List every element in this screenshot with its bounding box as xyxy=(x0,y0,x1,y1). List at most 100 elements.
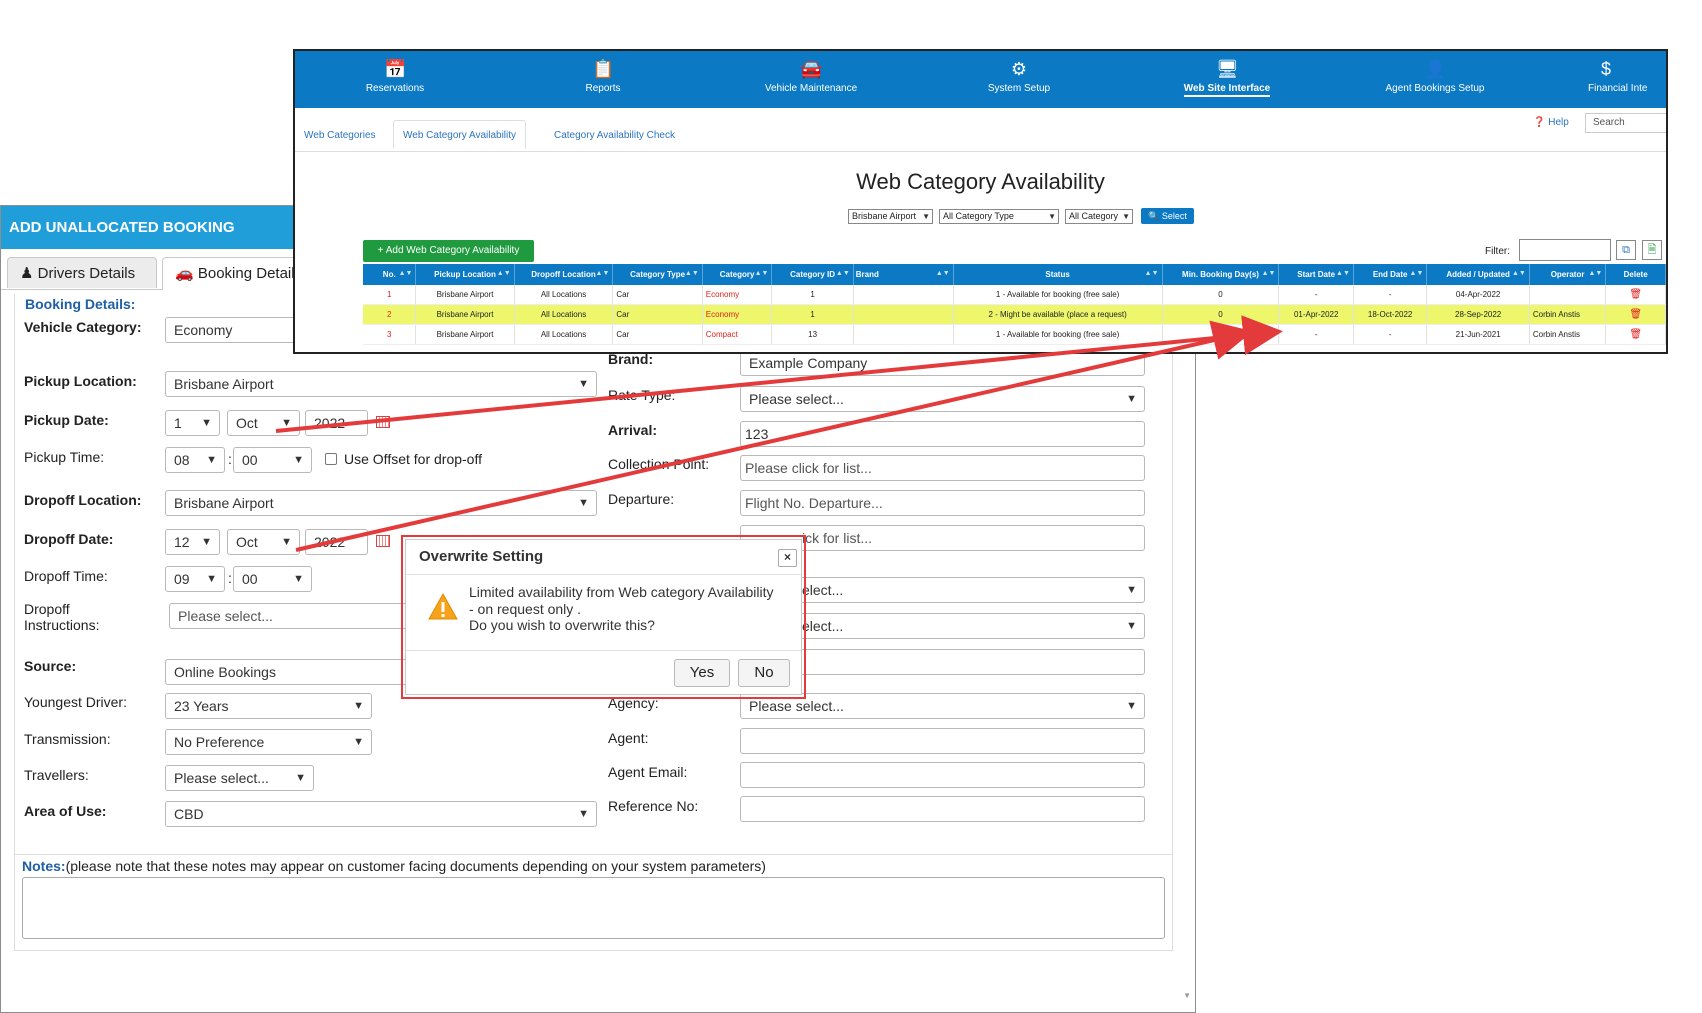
chevron-down-icon: ▼ xyxy=(353,736,364,748)
tab-drivers-details[interactable]: ♟ Drivers Details xyxy=(7,257,157,288)
source-select[interactable]: Online Bookings xyxy=(165,659,415,685)
scroll-down-arrow[interactable]: ▼ xyxy=(1183,991,1191,1000)
transmission-select[interactable]: No Preference ▼ xyxy=(165,729,372,755)
cell-category: Compact xyxy=(702,324,773,345)
pickup-location-label: Pickup Location: xyxy=(24,373,137,389)
help-icon: ❓ xyxy=(1533,117,1546,128)
cell-type: Car xyxy=(612,285,703,305)
nav-financial-interface[interactable]: $ Financial Inte xyxy=(1563,51,1666,95)
arrival-input[interactable]: 123 xyxy=(740,421,1145,447)
column-header-label: Start Date xyxy=(1297,270,1336,279)
nav-reservations[interactable]: 📅 Reservations xyxy=(315,51,475,95)
chevron-down-icon: ▼ xyxy=(206,573,217,585)
column-header[interactable]: Status ▲▼ xyxy=(953,264,1163,285)
close-icon[interactable]: × xyxy=(778,549,797,567)
dropoff-year-input[interactable]: 2022 xyxy=(305,529,368,555)
cell-end-date: 18-Oct-2022 xyxy=(1353,304,1428,325)
nav-vehicle-maintenance[interactable]: 🚘 Vehicle Maintenance xyxy=(731,51,891,95)
area-of-use-select[interactable]: CBD ▼ xyxy=(165,801,597,827)
no-button[interactable]: No xyxy=(738,659,790,687)
cell-no: 1 xyxy=(363,285,417,305)
cell-category-id: 1 xyxy=(771,304,854,325)
nav-system-setup[interactable]: ⚙ System Setup xyxy=(939,51,1099,95)
cell-dropoff: All Locations xyxy=(514,324,614,345)
category-filter-select[interactable]: All Category ▼ xyxy=(1065,209,1133,224)
nav-agent-bookings-setup[interactable]: 👤 Agent Bookings Setup xyxy=(1355,51,1515,95)
table-row-highlighted[interactable]: 2 Brisbane Airport All Locations Car Eco… xyxy=(363,304,1666,325)
dropoff-location-select[interactable]: Brisbane Airport ▼ xyxy=(165,490,597,516)
nav-system-setup-label: System Setup xyxy=(987,83,1051,94)
column-header[interactable]: Operator ▲▼ xyxy=(1529,264,1607,285)
dropoff-minute-select[interactable]: 00 ▼ xyxy=(233,566,312,592)
search-input[interactable]: Search xyxy=(1585,113,1666,133)
travellers-select[interactable]: Please select... ▼ xyxy=(165,765,314,791)
help-link[interactable]: ❓ Help xyxy=(1533,117,1569,128)
table-row[interactable]: 1 Brisbane Airport All Locations Car Eco… xyxy=(363,285,1666,305)
pickup-day-select[interactable]: 1 ▼ xyxy=(165,410,220,436)
pickup-minute-select[interactable]: 00 ▼ xyxy=(233,447,312,473)
select-button[interactable]: 🔍 Select xyxy=(1141,208,1194,224)
reference-no-input[interactable] xyxy=(740,796,1145,822)
column-header[interactable]: Category Type ▲▼ xyxy=(612,264,703,285)
nav-web-site-interface[interactable]: 🖥 Web Site Interface xyxy=(1147,51,1307,97)
sort-icon: ▲▼ xyxy=(496,270,511,277)
pickup-location-select[interactable]: Brisbane Airport ▼ xyxy=(165,371,597,397)
rate-type-select[interactable]: Please select... ▼ xyxy=(740,386,1145,412)
copy-icon[interactable]: ⧉ xyxy=(1616,240,1636,260)
location-filter-select[interactable]: Brisbane Airport ▼ xyxy=(848,209,933,224)
column-header[interactable]: Added / Updated ▲▼ xyxy=(1426,264,1530,285)
trash-icon[interactable]: 🗑 xyxy=(1629,329,1642,340)
column-header[interactable]: Pickup Location ▲▼ xyxy=(415,264,515,285)
trash-icon[interactable]: 🗑 xyxy=(1629,309,1642,320)
calendar-icon[interactable] xyxy=(376,535,390,547)
dropoff-instructions-select[interactable]: Please select... xyxy=(169,603,419,629)
tab-category-availability-check[interactable]: Category Availability Check xyxy=(545,121,684,150)
use-offset-checkbox[interactable] xyxy=(325,453,337,465)
youngest-driver-select[interactable]: 23 Years ▼ xyxy=(165,693,372,719)
column-header-label: Category Type xyxy=(630,270,686,279)
dialog-message-line1: Limited availability from Web category A… xyxy=(469,584,774,600)
departure-input[interactable]: Flight No. Departure... xyxy=(740,490,1145,516)
agent-email-input[interactable] xyxy=(740,762,1145,788)
column-header[interactable]: Category ID ▲▼ xyxy=(771,264,854,285)
pickup-year-input[interactable]: 2022 xyxy=(305,410,368,436)
column-header[interactable]: End Date ▲▼ xyxy=(1353,264,1428,285)
nav-reports[interactable]: 📋 Reports xyxy=(523,51,683,95)
chevron-down-icon: ▼ xyxy=(281,536,292,548)
dropoff-day-select[interactable]: 12 ▼ xyxy=(165,529,220,555)
column-header[interactable]: Start Date ▲▼ xyxy=(1278,264,1354,285)
chevron-down-icon: ▼ xyxy=(1126,620,1137,632)
pickup-month-select[interactable]: Oct ▼ xyxy=(227,410,300,436)
column-header-label: Dropoff Location xyxy=(531,270,596,279)
table-row[interactable]: 3 Brisbane Airport All Locations Car Com… xyxy=(363,324,1666,345)
tab-web-category-availability[interactable]: Web Category Availability xyxy=(393,120,527,149)
yes-button[interactable]: Yes xyxy=(674,659,730,687)
column-header[interactable]: No. ▲▼ xyxy=(363,264,417,285)
column-header[interactable]: Min. Booking Day(s) ▲▼ xyxy=(1162,264,1280,285)
nav-agent-bookings-setup-label: Agent Bookings Setup xyxy=(1385,83,1485,94)
tab-web-categories[interactable]: Web Categories xyxy=(295,121,385,150)
column-header[interactable]: Dropoff Location ▲▼ xyxy=(514,264,614,285)
pickup-hour-select[interactable]: 08 ▼ xyxy=(165,447,225,473)
area-of-use-value: CBD xyxy=(174,806,204,822)
chevron-down-icon: ▼ xyxy=(293,573,304,585)
dropoff-hour-select[interactable]: 09 ▼ xyxy=(165,566,225,592)
filter-input[interactable] xyxy=(1519,239,1611,261)
column-header[interactable]: Brand ▲▼ xyxy=(853,264,954,285)
option-select-1-value: elect... xyxy=(802,582,844,598)
excel-export-icon[interactable]: 🗎 xyxy=(1642,240,1662,260)
add-web-category-availability-button[interactable]: + Add Web Category Availability xyxy=(363,240,534,262)
dropoff-month-select[interactable]: Oct ▼ xyxy=(227,529,300,555)
dropoff-hour-value: 09 xyxy=(174,571,190,587)
trash-icon[interactable]: 🗑 xyxy=(1629,289,1642,300)
notes-textarea[interactable] xyxy=(22,877,1165,939)
agent-input[interactable] xyxy=(740,728,1145,754)
nav-web-site-interface-label: Web Site Interface xyxy=(1183,83,1271,97)
collection-point-input[interactable]: Please click for list... xyxy=(740,455,1145,481)
cell-dropoff: All Locations xyxy=(514,304,614,325)
chevron-down-icon: ▼ xyxy=(201,536,212,548)
nav-reports-label: Reports xyxy=(585,83,621,94)
calendar-icon[interactable] xyxy=(376,416,390,428)
category-type-filter-select[interactable]: All Category Type ▼ xyxy=(939,209,1059,224)
column-header[interactable]: Category ▲▼ xyxy=(702,264,773,285)
